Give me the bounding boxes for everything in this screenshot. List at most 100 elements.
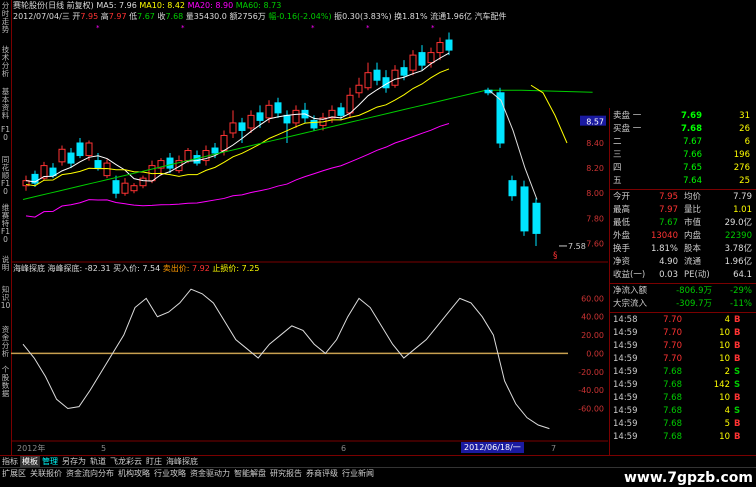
left-tab-0[interactable]: 分时走势 — [0, 2, 11, 42]
candle-body — [283, 114, 291, 124]
quote-separator — [610, 189, 756, 190]
tick-row: 14:59 7.70 10 B — [610, 353, 756, 366]
sell-price-value: 7.92 — [192, 264, 210, 273]
left-tab-8[interactable]: 资金分析 — [0, 326, 11, 362]
tick-side: B — [734, 354, 741, 364]
tick-price: 7.68 — [663, 406, 682, 416]
tick-time: 14:59 — [613, 341, 638, 351]
left-tab-9[interactable]: 个股数据 — [0, 366, 11, 400]
stat-label: 净资 — [613, 257, 631, 267]
flow-pct: -29% — [730, 286, 752, 296]
stat-label: 均价 — [684, 192, 702, 202]
high-label: 高 — [100, 12, 109, 21]
extension-link-9[interactable]: 行业新闻 — [340, 468, 376, 480]
candle-body — [418, 52, 426, 66]
high-value: 7.97 — [108, 12, 127, 21]
price-axis-current: 8.57 — [586, 118, 604, 127]
tick-volume: 10 — [719, 328, 730, 338]
candle-body — [337, 107, 345, 116]
extension-link-0[interactable]: 扩展区 — [0, 468, 28, 480]
extension-link-2[interactable]: 资金流向分布 — [64, 468, 116, 480]
tick-volume: 10 — [719, 393, 730, 403]
indicator-tab-2[interactable]: 管理 — [40, 456, 60, 467]
ma10-line — [530, 84, 568, 144]
candle-body — [265, 104, 273, 119]
indicator-tab-6[interactable]: 盯庄 — [144, 456, 164, 467]
buy-row-5: 五 7.64 25 — [610, 175, 756, 188]
stat-value: 64.1 — [733, 270, 752, 280]
low-mark-label: 7.58 — [568, 242, 586, 251]
signal-marker: * — [366, 24, 370, 32]
kline-chart[interactable]: 7.588.578.408.208.007.807.608.5760.0040.… — [11, 0, 608, 455]
stat-label: 最高 — [613, 205, 631, 215]
flow-row-1: 大宗流入 -309.7万 -11% — [610, 298, 756, 311]
left-tab-6[interactable]: 说明 — [0, 256, 11, 278]
tick-row: 14:59 7.68 4 S — [610, 405, 756, 418]
tick-volume: 4 — [724, 315, 730, 325]
left-tab-7[interactable]: 知识10 — [0, 286, 11, 322]
stop-price-value: 7.25 — [241, 264, 260, 273]
flow-value: -806.9万 — [676, 286, 712, 296]
stat-row-1: 最高 7.97 量比 1.01 — [610, 204, 756, 217]
stat-value: 3.78亿 — [724, 244, 752, 254]
tick-side: S — [734, 380, 741, 390]
tick-price: 7.68 — [663, 367, 682, 377]
flow-pct: -11% — [730, 299, 752, 309]
tick-price: 7.68 — [663, 419, 682, 429]
indicator-tab-5[interactable]: 飞龙彩云 — [108, 456, 144, 467]
candle-body — [58, 148, 66, 163]
stat-value: 1.01 — [733, 205, 752, 215]
tick-time: 14:59 — [613, 380, 638, 390]
stat-value: 4.90 — [659, 257, 678, 267]
left-tab-1[interactable]: 技术分析 — [0, 46, 11, 84]
amount-value: 额2756万 — [229, 12, 266, 21]
extension-link-7[interactable]: 研究报告 — [268, 468, 304, 480]
candle-body — [532, 202, 541, 234]
left-tab-5[interactable]: 维赛特F10 — [0, 204, 11, 252]
indicator-name[interactable]: 海峰探底 — [13, 264, 45, 273]
tick-side: B — [734, 315, 741, 325]
candle-body — [373, 69, 381, 81]
stat-value: 7.97 — [659, 205, 678, 215]
left-tab-4[interactable]: 同花顺F10 — [0, 156, 11, 200]
indicator-tab-0[interactable]: 指标 — [0, 456, 20, 467]
tick-time: 14:59 — [613, 354, 638, 364]
buy-label: 二 — [613, 137, 622, 147]
left-tab-3[interactable]: F10 — [0, 126, 11, 152]
indicator-tab-4[interactable]: 轨道 — [88, 456, 108, 467]
date-axis-label: 2012年 — [17, 443, 45, 453]
left-tab-2[interactable]: 基本资料 — [0, 88, 11, 122]
flow-value: -309.7万 — [676, 299, 712, 309]
stat-value: 7.95 — [659, 192, 678, 202]
tick-price: 7.68 — [663, 380, 682, 390]
main-chart-pane[interactable]: 7.588.578.408.208.007.807.608.5760.0040.… — [11, 0, 608, 455]
extension-link-3[interactable]: 机构攻略 — [116, 468, 152, 480]
extension-link-6[interactable]: 智能解盘 — [232, 468, 268, 480]
signal-marker: * — [431, 24, 435, 32]
indicator-tab-7[interactable]: 海峰探底 — [164, 456, 200, 467]
oscillator-line — [22, 288, 550, 430]
flow-row-0: 净流入额 -806.9万 -29% — [610, 285, 756, 298]
extension-link-5[interactable]: 资金驱动力 — [188, 468, 232, 480]
amplitude-value: 振0.30(3.83%) — [334, 12, 392, 21]
stat-label: 外盘 — [613, 231, 631, 241]
stat-value: 7.67 — [659, 218, 678, 228]
extension-link-1[interactable]: 关联报价 — [28, 468, 64, 480]
buy-price: 7.67 — [683, 137, 702, 147]
indicator-tab-3[interactable]: 另存为 — [60, 456, 88, 467]
ma-info-line: 赛轮股份(日线 前复权) MA5: 7.96 MA10: 8.42 MA20: … — [13, 0, 281, 11]
ma5-label: MA5: 7.96 — [96, 1, 137, 10]
candle-body — [130, 185, 138, 192]
buy-row-4: 四 7.65 276 — [610, 162, 756, 175]
buy-price: 7.68 — [681, 124, 702, 134]
indicator-tab-1[interactable]: 模板 — [20, 456, 40, 467]
stat-label: 股本 — [684, 244, 702, 254]
extension-link-4[interactable]: 行业攻略 — [152, 468, 188, 480]
stat-value: 1.96亿 — [724, 257, 752, 267]
candle-body — [139, 177, 147, 187]
tick-price: 7.70 — [663, 341, 682, 351]
stat-value: 29.0亿 — [724, 218, 752, 228]
extension-link-8[interactable]: 券商评级 — [304, 468, 340, 480]
candle-body — [85, 142, 93, 157]
date-axis-label: 6 — [341, 444, 346, 453]
